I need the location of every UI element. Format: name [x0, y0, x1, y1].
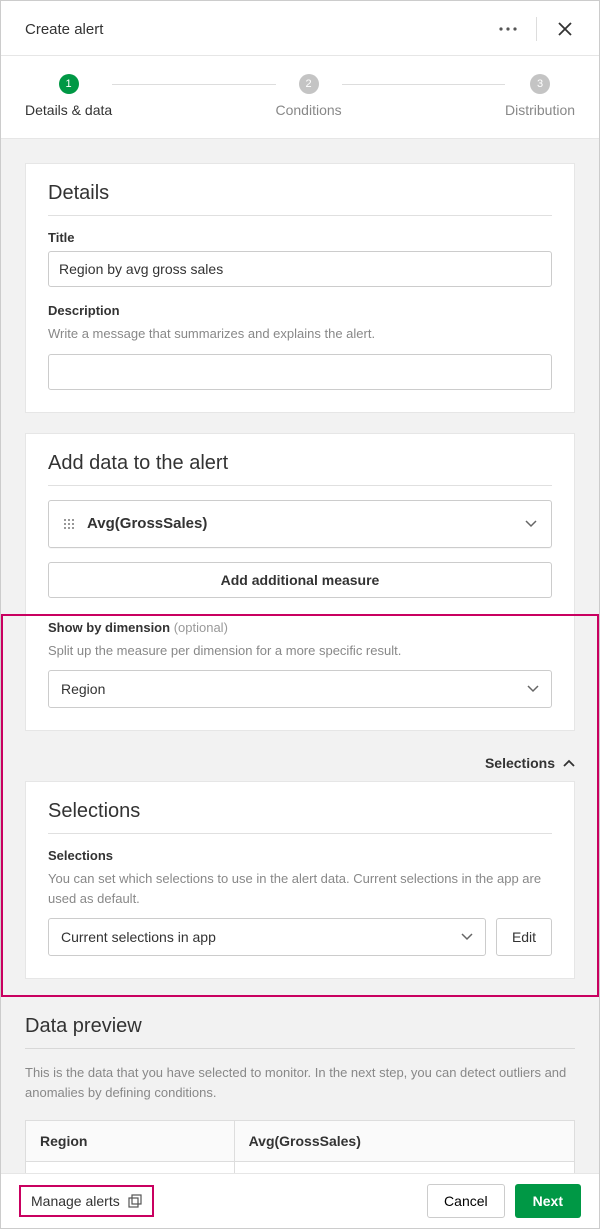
- selections-card: Selections Selections You can set which …: [25, 781, 575, 979]
- data-preview-heading: Data preview: [25, 1011, 575, 1049]
- more-menu-button[interactable]: [490, 13, 526, 45]
- dimension-optional: (optional): [174, 620, 228, 635]
- highlight-region: Show by dimension (optional) Split up th…: [1, 614, 599, 998]
- cell-region: Germany: [26, 1162, 235, 1174]
- manage-alerts-label: Manage alerts: [31, 1193, 120, 1209]
- drag-handle-icon: [63, 518, 75, 530]
- manage-alerts-link[interactable]: Manage alerts: [19, 1185, 154, 1217]
- dimension-value: Region: [61, 681, 519, 697]
- open-external-icon: [128, 1194, 142, 1208]
- description-label: Description: [48, 303, 552, 318]
- step-number: 3: [530, 74, 550, 94]
- selections-toggle-label: Selections: [485, 755, 555, 771]
- step-label: Conditions: [276, 102, 342, 118]
- edit-selections-button[interactable]: Edit: [496, 918, 552, 956]
- description-input[interactable]: [48, 354, 552, 390]
- data-preview-section: Data preview This is the data that you h…: [25, 1011, 575, 1173]
- dialog-header: Create alert: [1, 1, 599, 56]
- dimension-label: Show by dimension (optional): [48, 620, 552, 635]
- table-header-row: Region Avg(GrossSales): [26, 1121, 575, 1162]
- dialog-body[interactable]: Details Title Description Write a messag…: [1, 139, 599, 1173]
- cancel-button[interactable]: Cancel: [427, 1184, 505, 1218]
- dimension-help: Split up the measure per dimension for a…: [48, 641, 552, 661]
- dimension-section: Show by dimension (optional) Split up th…: [25, 616, 575, 732]
- header-separator: [536, 17, 537, 41]
- step-label: Details & data: [25, 102, 112, 118]
- selections-select[interactable]: Current selections in app: [48, 918, 486, 956]
- add-data-heading: Add data to the alert: [48, 452, 552, 486]
- selections-help: You can set which selections to use in t…: [48, 869, 552, 908]
- dialog-title: Create alert: [25, 21, 482, 38]
- dots-icon: [499, 27, 517, 31]
- selections-heading: Selections: [48, 800, 552, 834]
- table-col-measure: Avg(GrossSales): [234, 1121, 574, 1162]
- step-label: Distribution: [505, 102, 575, 118]
- step-number: 2: [299, 74, 319, 94]
- next-button[interactable]: Next: [515, 1184, 581, 1218]
- description-help: Write a message that summarizes and expl…: [48, 324, 552, 344]
- step-connector: [112, 84, 275, 85]
- wizard-stepper: 1 Details & data 2 Conditions 3 Distribu…: [1, 56, 599, 139]
- close-button[interactable]: [547, 13, 583, 45]
- close-icon: [558, 22, 572, 36]
- data-preview-help: This is the data that you have selected …: [25, 1063, 575, 1102]
- measure-selector[interactable]: Avg(GrossSales): [48, 500, 552, 548]
- step-connector: [342, 84, 505, 85]
- details-card: Details Title Description Write a messag…: [25, 163, 575, 413]
- title-label: Title: [48, 230, 552, 245]
- selections-value: Current selections in app: [61, 929, 453, 945]
- step-distribution[interactable]: 3 Distribution: [505, 74, 575, 118]
- chevron-up-icon: [563, 759, 575, 767]
- selections-label: Selections: [48, 848, 552, 863]
- details-heading: Details: [48, 182, 552, 216]
- step-number: 1: [59, 74, 79, 94]
- step-details[interactable]: 1 Details & data: [25, 74, 112, 118]
- create-alert-dialog: Create alert 1 Details & data 2 Conditio…: [0, 0, 600, 1229]
- chevron-down-icon: [527, 685, 539, 693]
- step-conditions[interactable]: 2 Conditions: [276, 74, 342, 118]
- table-col-region: Region: [26, 1121, 235, 1162]
- title-input[interactable]: [48, 251, 552, 287]
- selections-toggle[interactable]: Selections: [3, 745, 597, 781]
- cell-value: 407.41801: [234, 1162, 574, 1174]
- dialog-footer: Manage alerts Cancel Next: [1, 1173, 599, 1228]
- add-measure-button[interactable]: Add additional measure: [48, 562, 552, 598]
- chevron-down-icon: [525, 520, 537, 528]
- chevron-down-icon: [461, 933, 473, 941]
- measure-name: Avg(GrossSales): [87, 515, 513, 532]
- dimension-label-text: Show by dimension: [48, 620, 170, 635]
- table-row: Germany 407.41801: [26, 1162, 575, 1174]
- add-data-card: Add data to the alert Avg(GrossSales) Ad…: [25, 433, 575, 616]
- preview-table: Region Avg(GrossSales) Germany 407.41801: [25, 1120, 575, 1173]
- dialog-body-wrap: Details Title Description Write a messag…: [1, 139, 599, 1173]
- dimension-select[interactable]: Region: [48, 670, 552, 708]
